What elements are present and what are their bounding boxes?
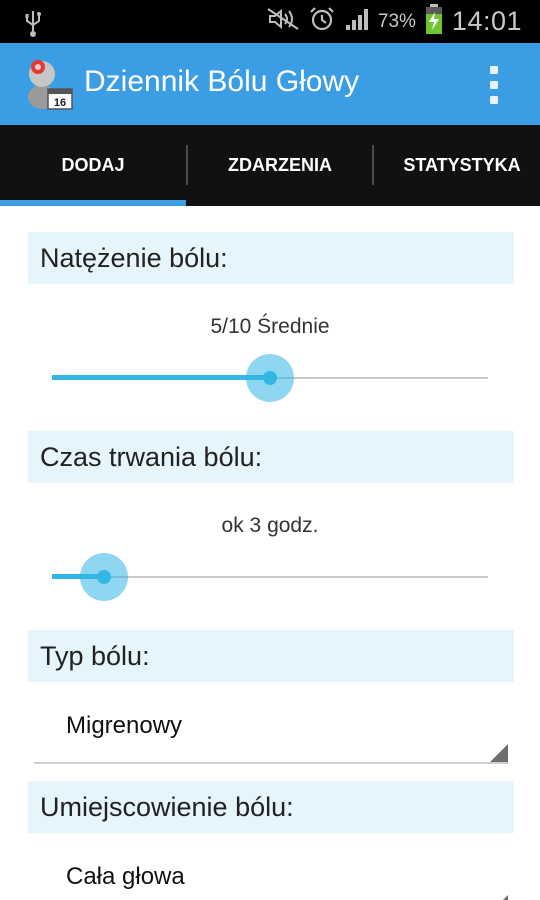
tab-bar: DODAJ ZDARZENIA STATYSTYKA bbox=[0, 125, 540, 206]
usb-icon bbox=[24, 0, 42, 43]
pain-type-dropdown[interactable]: Migrenowy bbox=[34, 694, 508, 764]
status-bar: 73% 14:01 bbox=[0, 0, 540, 43]
app-bar: 16 Dziennik Bólu Głowy bbox=[0, 43, 540, 125]
battery-percent: 73% bbox=[377, 10, 416, 32]
duration-header: Czas trwania bólu: bbox=[28, 431, 514, 483]
intensity-header: Natężenie bólu: bbox=[28, 232, 514, 284]
slider-fill bbox=[52, 375, 270, 380]
slider-thumb[interactable] bbox=[263, 371, 277, 385]
app-logo-icon[interactable]: 16 bbox=[24, 55, 74, 111]
battery-charging-icon bbox=[424, 3, 444, 40]
location-header: Umiejscowienie bólu: bbox=[28, 781, 514, 833]
clock: 14:01 bbox=[451, 6, 522, 36]
dropdown-underline bbox=[34, 762, 508, 764]
tab-statystyka[interactable]: STATYSTYKA bbox=[374, 125, 540, 206]
app-title: Dziennik Bólu Głowy bbox=[84, 65, 360, 98]
duration-value-label: ok 3 godz. bbox=[221, 514, 319, 537]
intensity-slider[interactable] bbox=[52, 348, 488, 408]
dropdown-arrow-icon bbox=[490, 895, 508, 900]
alarm-icon bbox=[308, 5, 336, 38]
status-icons: 73% 14:01 bbox=[266, 0, 522, 43]
pain-type-header: Typ bólu: bbox=[28, 630, 514, 682]
tab-dodaj[interactable]: DODAJ bbox=[0, 125, 186, 206]
overflow-menu-button[interactable] bbox=[474, 63, 514, 107]
tab-selected-indicator bbox=[0, 200, 186, 206]
calendar-badge: 16 bbox=[54, 97, 66, 109]
pain-type-selected: Migrenowy bbox=[66, 712, 183, 739]
location-dropdown[interactable]: Cała głowa bbox=[34, 845, 508, 900]
intensity-value-label: 5/10 Średnie bbox=[210, 315, 330, 338]
tab-zdarzenia[interactable]: ZDARZENIA bbox=[188, 125, 372, 206]
mute-icon bbox=[266, 7, 300, 36]
dropdown-arrow-icon bbox=[490, 744, 508, 762]
duration-slider[interactable] bbox=[52, 547, 488, 607]
location-selected: Cała głowa bbox=[66, 863, 185, 890]
overflow-menu-icon bbox=[490, 66, 498, 74]
signal-icon bbox=[344, 7, 370, 36]
